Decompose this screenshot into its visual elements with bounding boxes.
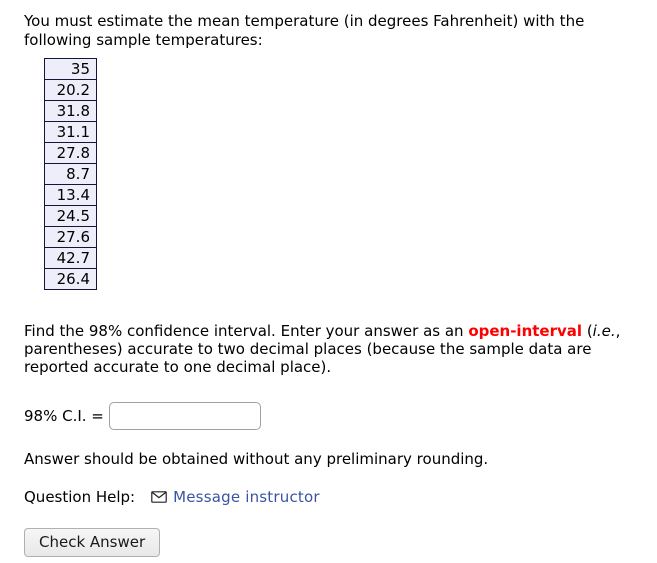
table-row: 27.8 (44, 142, 97, 164)
table-cell-value: 27.6 (44, 226, 97, 248)
answer-row: 98% C.I. = (24, 401, 643, 431)
question-prompt: You must estimate the mean temperature (… (24, 12, 585, 49)
table-cell-value: 26.4 (44, 268, 97, 290)
answer-label: 98% C.I. = (24, 407, 104, 425)
table-cell-value: 13.4 (44, 184, 97, 206)
question-help-row: Question Help: Message instructor (24, 488, 643, 506)
envelope-icon (151, 489, 167, 505)
table-cell-value: 31.1 (44, 121, 97, 143)
open-interval-emphasis: open-interval (468, 322, 583, 340)
table-cell-value: 27.8 (44, 142, 97, 164)
check-answer-button[interactable]: Check Answer (24, 528, 161, 557)
table-cell-value: 20.2 (44, 79, 97, 101)
table-row: 35 (44, 58, 97, 80)
table-row: 20.2 (44, 79, 97, 101)
table-cell-value: 8.7 (44, 163, 97, 185)
table-cell-value: 42.7 (44, 247, 97, 269)
table-cell-value: 31.8 (44, 100, 97, 122)
instructions-text-part1: Find the 98% confidence interval. Enter … (24, 322, 469, 340)
table-cell-value: 24.5 (44, 205, 97, 227)
question-help-label: Question Help: (24, 488, 136, 506)
table-row: 42.7 (44, 247, 97, 269)
sample-data-table-body: 35 20.2 31.8 31.1 27.8 8.7 13.4 24.5 27.… (44, 58, 97, 290)
table-row: 27.6 (44, 226, 97, 248)
table-row: 26.4 (44, 268, 97, 290)
table-row: 31.8 (44, 100, 97, 122)
sample-data-table-wrapper: 35 20.2 31.8 31.1 27.8 8.7 13.4 24.5 27.… (44, 58, 643, 290)
table-row: 13.4 (44, 184, 97, 206)
ie-italic: i.e. (592, 322, 616, 340)
table-row: 8.7 (44, 163, 97, 185)
message-instructor-link[interactable]: Message instructor (173, 488, 320, 506)
confidence-interval-input[interactable] (108, 402, 261, 430)
table-cell-value: 35 (44, 58, 97, 80)
button-row: Check Answer (24, 528, 643, 557)
instructions-text-part2: ( (582, 322, 593, 340)
question-page: You must estimate the mean temperature (… (0, 0, 657, 563)
table-row: 31.1 (44, 121, 97, 143)
instructions-paragraph: Find the 98% confidence interval. Enter … (24, 322, 649, 376)
table-row: 24.5 (44, 205, 97, 227)
sample-data-table: 35 20.2 31.8 31.1 27.8 8.7 13.4 24.5 27.… (44, 58, 97, 290)
rounding-note: Answer should be obtained without any pr… (24, 450, 489, 468)
